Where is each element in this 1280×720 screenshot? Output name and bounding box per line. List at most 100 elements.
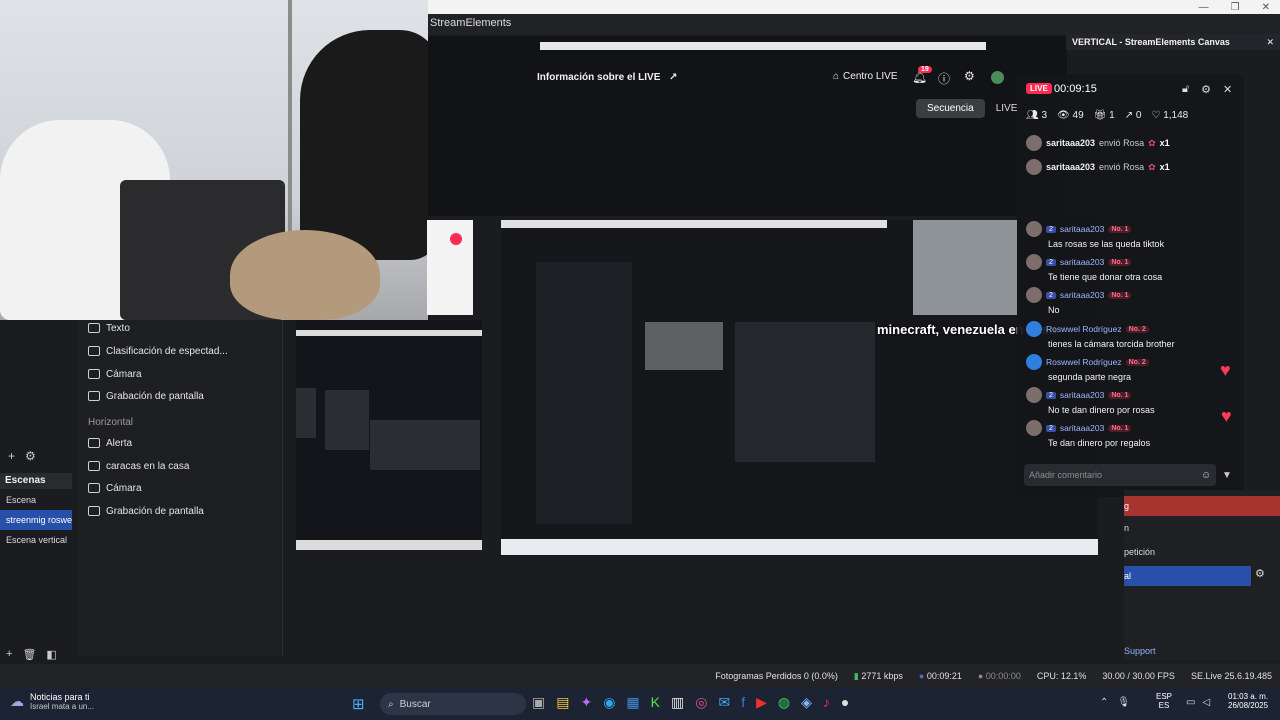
help-icon[interactable]: ⓘ [938,70,950,87]
source-item[interactable]: Texto [88,318,130,338]
stream-time: ● 00:09:21 [919,671,962,681]
comment-input[interactable]: Añadir comentario [1024,464,1216,486]
network-icon[interactable]: ▭ [1186,697,1195,708]
mode-button[interactable]: al [1124,566,1251,586]
chat-message: 2 saritaaa203 No. 1 Te tiene que donar otr… [1026,254,1236,282]
gear-icon[interactable]: ⚙ [964,69,975,83]
volume-icon[interactable]: ◁ [1202,697,1210,708]
person [300,30,428,260]
feed-tabs: Secuencia LIVE [916,99,1028,118]
add-icon[interactable]: + [6,648,12,661]
taskview-icon[interactable]: ▣ [532,694,545,711]
preview-cam-right [913,220,1017,315]
kick-icon[interactable]: K [651,694,660,711]
source-item[interactable]: caracas en la casa [88,456,189,476]
scene-item[interactable]: streenmig roswe [0,510,72,530]
tiktok-icon[interactable]: ♪ [823,694,830,711]
language-indicator[interactable]: ESP ES [1156,692,1172,710]
facebook-icon[interactable]: f [741,694,745,711]
list-icon [88,461,100,471]
avatar [1026,287,1042,303]
support-link[interactable]: Support [1124,641,1254,661]
news-subtitle: Israel mata a un... [30,702,95,711]
twitter-icon[interactable]: ✉ [718,694,730,711]
store-icon[interactable]: ▦ [626,694,639,711]
source-label: Cámara [106,482,142,494]
camera-icon [88,369,100,379]
scene-item[interactable]: Escena [0,490,72,510]
share-icon[interactable]: ↗ [669,72,677,83]
source-item[interactable]: Cámara [88,478,142,498]
chat-user[interactable]: Roswwel Rodríguez [1046,324,1122,334]
preview-strip [296,330,482,336]
close-icon[interactable]: ✕ [1262,2,1270,13]
filter-icon[interactable]: ◧ [46,648,56,661]
gear-icon[interactable]: ⚙ [25,449,36,463]
close-icon[interactable]: ✕ [1223,83,1232,96]
chevron-up-icon[interactable]: ⌃ [1100,697,1108,708]
system-tray: ▭ ◁ [1186,697,1210,708]
bitrate-value: 2771 kbps [861,670,903,681]
tab-secuencia[interactable]: Secuencia [916,99,985,118]
taskbar-search[interactable]: ⌕ Buscar [380,693,526,715]
level-badge: 2 [1046,258,1056,266]
source-item[interactable]: Grabación de pantalla [88,501,204,521]
gift-text: envió Rosa [1099,138,1145,148]
avatar[interactable] [991,71,1004,84]
centro-live-button[interactable]: ⌂ Centro LIVE [833,71,898,82]
main-preview-strip [501,220,887,228]
edge-icon[interactable]: ◉ [603,694,615,711]
youtube-icon[interactable]: ▶ [756,694,767,711]
taskbar-clock[interactable]: 01:03 a. m. 26/08/2025 [1228,692,1268,710]
taskbar-apps: ▣ ▤ ✦ ◉ ▦ K ▥ ◎ ✉ f ▶ ◍ ◈ ♪ ● [532,694,849,711]
chat-user[interactable]: saritaaa203 [1060,257,1104,267]
copilot-icon[interactable]: ✦ [580,694,592,711]
control-row[interactable]: n [1124,518,1254,538]
status-bar: Fotogramas Perdidos 0 (0.0%) ▮ 2771 kbps… [0,664,1280,688]
mic-icon[interactable]: 🎙︎ [1117,697,1130,708]
gear-icon[interactable]: ⚙ [1201,83,1211,96]
source-item[interactable]: Grabación de pantalla [88,386,204,406]
source-label: Texto [106,322,130,334]
chat-user[interactable]: Roswwel Rodríguez [1046,357,1122,367]
chat-user[interactable]: saritaaa203 [1060,390,1104,400]
add-icon[interactable]: + [8,449,15,463]
filter-icon[interactable]: ▼ [1222,470,1232,481]
scene-item[interactable]: Escena vertical [0,530,72,550]
gear-icon[interactable]: ⚙ [1255,567,1265,580]
lock-icon[interactable]: 🔓︎ [1182,83,1189,96]
obs-icon[interactable]: ● [841,694,849,711]
maximize-icon[interactable]: ❐ [1231,2,1240,13]
preview-obs [735,322,875,462]
chat-text: tienes la cámara torcida brother [1048,339,1175,349]
chat-user[interactable]: saritaaa203 [1060,290,1104,300]
start-stream-button[interactable]: g [1124,496,1280,516]
source-label: Grabación de pantalla [106,505,204,517]
defender-icon[interactable]: ◈ [801,694,812,711]
folder-icon[interactable]: ▤ [556,694,569,711]
control-row[interactable]: petición [1124,542,1254,562]
close-icon[interactable]: ✕ [1266,34,1274,50]
text-icon [88,323,100,333]
chat-user[interactable]: saritaaa203 [1060,224,1104,234]
trash-icon[interactable]: 🗑︎ [22,648,36,661]
gift-count: x1 [1159,162,1170,172]
emoji-icon[interactable]: ☺ [1201,470,1211,481]
likes-count: 1,148 [1163,110,1189,121]
news-widget[interactable]: ☁ Noticias para ti Israel mata a un... [10,692,94,711]
minimize-icon[interactable]: — [1199,2,1209,13]
notes-icon[interactable]: ▥ [671,694,684,711]
avatar [1026,420,1042,436]
source-label: caracas en la casa [106,460,190,472]
source-item[interactable]: Clasificación de espectad... [88,341,228,361]
instagram-icon[interactable]: ◎ [695,694,707,711]
source-item[interactable]: Alerta [88,433,132,453]
dog [230,230,380,320]
gift-count: x1 [1159,138,1170,148]
chat-user[interactable]: saritaaa203 [1060,423,1104,433]
source-item[interactable]: Cámara [88,364,142,384]
level-badge: 2 [1046,291,1056,299]
whatsapp-icon[interactable]: ◍ [778,694,790,711]
windows-start-icon[interactable]: ⊞ [352,695,365,713]
preview-thumb [370,420,480,470]
